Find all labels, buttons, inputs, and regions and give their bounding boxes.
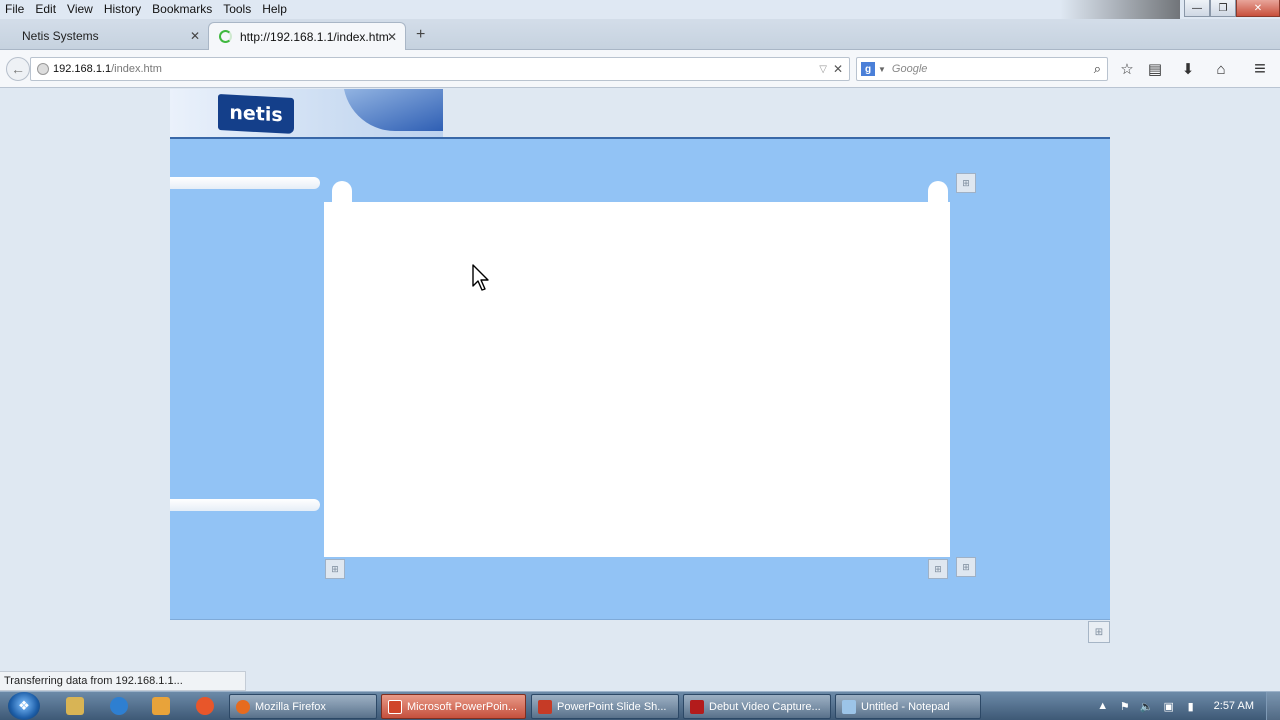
powerpoint-icon bbox=[388, 699, 402, 714]
minimize-button[interactable]: — bbox=[1184, 0, 1210, 17]
media-player-icon[interactable] bbox=[152, 697, 170, 715]
loading-spinner-icon bbox=[219, 30, 232, 43]
taskbar-notepad[interactable]: Untitled - Notepad bbox=[835, 694, 981, 719]
debut-icon bbox=[690, 699, 704, 714]
tab-strip: Netis Systems ✕ http://192.168.1.1/index… bbox=[0, 19, 1280, 50]
tab-title: http://192.168.1.1/index.htm bbox=[240, 29, 389, 44]
tab-close-icon[interactable]: ✕ bbox=[190, 29, 200, 43]
internet-explorer-icon[interactable] bbox=[110, 697, 128, 715]
power-icon[interactable]: ▮ bbox=[1183, 700, 1199, 713]
home-icon[interactable]: ⌂ bbox=[1211, 59, 1231, 79]
tab-index[interactable]: http://192.168.1.1/index.htm ✕ bbox=[208, 22, 406, 50]
taskbar-label: Untitled - Notepad bbox=[861, 700, 950, 713]
taskbar-label: Microsoft PowerPoin... bbox=[407, 700, 518, 713]
stop-icon[interactable]: ✕ bbox=[833, 62, 843, 76]
globe-icon bbox=[37, 63, 49, 75]
new-tab-button[interactable]: + bbox=[416, 26, 425, 44]
engine-dropdown-icon[interactable]: ▼ bbox=[878, 65, 886, 74]
navigation-bar: ← 192.168.1.1/index.htm ▽ ✕ g ▼ Google ⌕… bbox=[0, 50, 1280, 88]
tray-expand-icon[interactable]: ▲ bbox=[1095, 700, 1111, 712]
titlebar-shadow bbox=[1060, 0, 1180, 19]
broken-image-icon: ⊞ bbox=[1088, 621, 1110, 643]
url-path: /index.htm bbox=[111, 63, 162, 75]
menu-tools[interactable]: Tools bbox=[218, 0, 257, 19]
banner-swoosh bbox=[343, 89, 443, 131]
clock[interactable]: 2:57 AM bbox=[1214, 700, 1254, 712]
search-placeholder: Google bbox=[891, 63, 928, 75]
taskbar: ❖ Mozilla Firefox Microsoft PowerPoin...… bbox=[0, 691, 1280, 720]
tab-netis-systems[interactable]: Netis Systems ✕ bbox=[0, 22, 208, 50]
tab-close-icon[interactable]: ✕ bbox=[387, 30, 397, 44]
header-banner: netis bbox=[170, 89, 443, 138]
broken-image-icon: ⊞ bbox=[325, 559, 345, 579]
bookmarks-list-icon[interactable]: ▤ bbox=[1145, 59, 1165, 79]
history-dropdown-icon[interactable]: ▽ bbox=[819, 64, 827, 75]
firefox-icon bbox=[236, 699, 250, 714]
menu-bar: File Edit View History Bookmarks Tools H… bbox=[0, 0, 1280, 19]
explorer-icon[interactable] bbox=[66, 697, 84, 715]
close-window-button[interactable]: ✕ bbox=[1236, 0, 1280, 17]
broken-image-icon: ⊞ bbox=[956, 173, 976, 193]
main-panel: ⊞ ⊞ ⊞ ⊞ bbox=[170, 137, 1110, 620]
taskbar-firefox[interactable]: Mozilla Firefox bbox=[229, 694, 377, 719]
menu-help[interactable]: Help bbox=[257, 0, 293, 19]
back-button[interactable]: ← bbox=[6, 57, 30, 81]
search-input[interactable]: g ▼ Google ⌕ bbox=[856, 57, 1108, 81]
menu-file[interactable]: File bbox=[0, 0, 30, 19]
google-icon[interactable]: g bbox=[861, 62, 875, 76]
broken-image-icon: ⊞ bbox=[928, 559, 948, 579]
window-controls: — ❐ ✕ bbox=[1184, 0, 1280, 19]
taskbar-slideshow[interactable]: PowerPoint Slide Sh... bbox=[531, 694, 679, 719]
netis-logo: netis bbox=[218, 94, 294, 134]
start-button[interactable]: ❖ bbox=[8, 692, 40, 720]
action-center-flag-icon[interactable]: ⚑ bbox=[1117, 700, 1133, 713]
taskbar-label: PowerPoint Slide Sh... bbox=[557, 700, 667, 713]
menu-edit[interactable]: Edit bbox=[30, 0, 62, 19]
taskbar-label: Mozilla Firefox bbox=[255, 700, 326, 713]
show-desktop-button[interactable] bbox=[1266, 692, 1280, 720]
menu-view[interactable]: View bbox=[62, 0, 99, 19]
download-icon[interactable]: ⬇ bbox=[1178, 59, 1198, 79]
taskbar-debut[interactable]: Debut Video Capture... bbox=[683, 694, 831, 719]
page-content: netis ⊞ ⊞ ⊞ ⊞ ⊞ bbox=[0, 89, 1280, 671]
tab-title: Netis Systems bbox=[22, 29, 99, 43]
system-tray: ▲ ⚑ 🔈 ▣ ▮ 2:57 AM bbox=[1092, 692, 1280, 720]
menu-icon[interactable]: ≡ bbox=[1250, 58, 1270, 80]
app-launcher-icon[interactable] bbox=[196, 697, 214, 715]
bookmark-star-icon[interactable]: ☆ bbox=[1117, 59, 1137, 79]
notepad-icon bbox=[842, 699, 856, 714]
volume-icon[interactable]: 🔈 bbox=[1139, 700, 1155, 713]
url-host: 192.168.1.1 bbox=[53, 63, 112, 75]
status-bar: Transferring data from 192.168.1.1... bbox=[0, 671, 246, 691]
left-menu-bottom-bar bbox=[170, 499, 320, 511]
mouse-cursor-icon bbox=[472, 264, 489, 291]
broken-image-icon: ⊞ bbox=[956, 557, 976, 577]
content-frame bbox=[324, 202, 950, 557]
taskbar-label: Debut Video Capture... bbox=[709, 700, 821, 713]
left-menu-top-bar bbox=[170, 177, 320, 189]
restore-button[interactable]: ❐ bbox=[1210, 0, 1236, 17]
menu-bookmarks[interactable]: Bookmarks bbox=[147, 0, 218, 19]
network-icon[interactable]: ▣ bbox=[1161, 700, 1177, 713]
url-bar[interactable]: 192.168.1.1/index.htm ▽ ✕ bbox=[30, 57, 850, 81]
slideshow-icon bbox=[538, 699, 552, 714]
search-icon[interactable]: ⌕ bbox=[1094, 61, 1101, 77]
taskbar-powerpoint[interactable]: Microsoft PowerPoin... bbox=[381, 694, 526, 719]
menu-history[interactable]: History bbox=[99, 0, 147, 19]
